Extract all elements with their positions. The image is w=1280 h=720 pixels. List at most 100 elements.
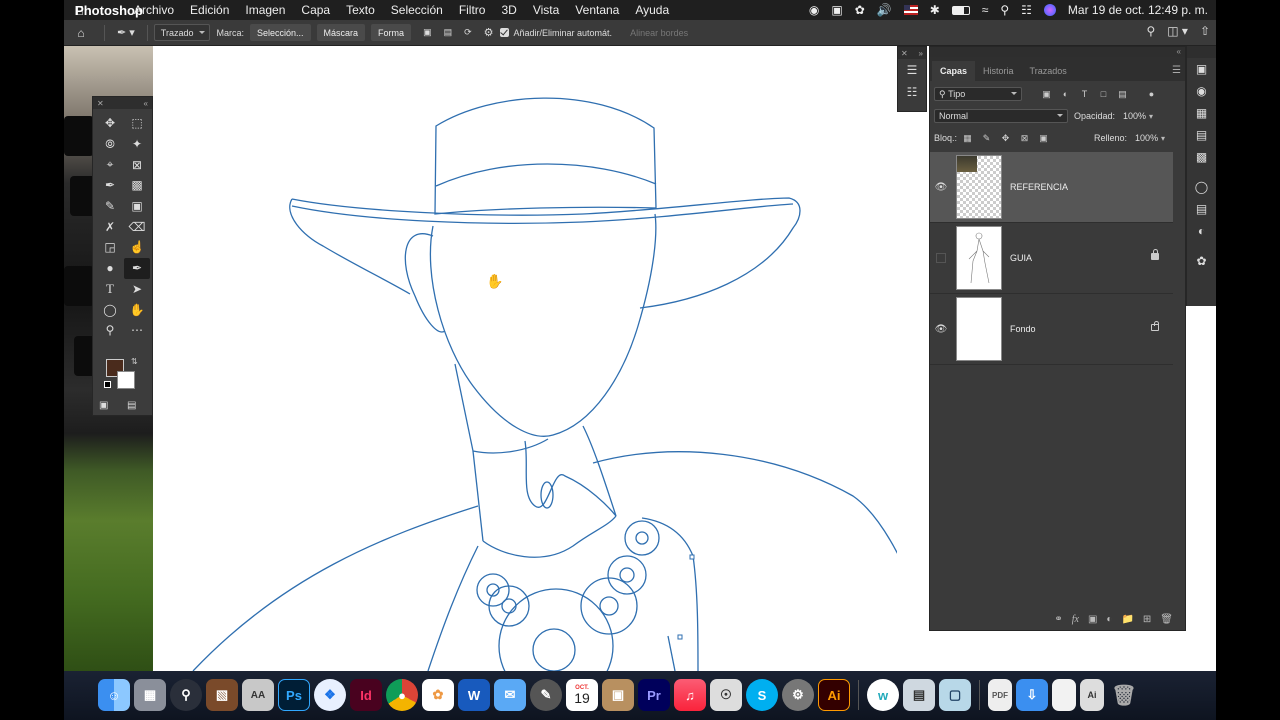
wunderbucket-icon[interactable]: w: [867, 679, 899, 711]
lasso-tool-icon[interactable]: ⦾: [97, 134, 123, 155]
menu-archivo[interactable]: Archivo: [126, 3, 182, 17]
chrome-icon[interactable]: ●: [386, 679, 418, 711]
tab-historia[interactable]: Historia: [975, 61, 1022, 81]
new-layer-icon[interactable]: ⊞: [1143, 614, 1151, 625]
illustrator-icon[interactable]: Ai: [818, 679, 850, 711]
photoshop-icon[interactable]: Ps: [278, 679, 310, 711]
preview-icon[interactable]: ▤: [903, 679, 935, 711]
learn-icon[interactable]: ◯: [1187, 176, 1216, 198]
premiere-icon[interactable]: Pr: [638, 679, 670, 711]
search-icon[interactable]: ⚲: [1000, 3, 1009, 17]
archive-utility-icon[interactable]: ▧: [206, 679, 238, 711]
trash-icon[interactable]: 🗑: [1160, 614, 1173, 625]
opacity-field[interactable]: 100%: [1119, 109, 1149, 123]
dodge-tool-icon[interactable]: ●: [97, 258, 123, 279]
brush-settings-icon[interactable]: ☰: [898, 59, 926, 81]
tab-capas[interactable]: Capas: [932, 61, 976, 81]
launchpad-icon[interactable]: ▦: [134, 679, 166, 711]
menu-ventana[interactable]: Ventana: [567, 3, 627, 17]
menu-3d[interactable]: 3D: [493, 3, 524, 17]
pen-tool-icon[interactable]: ✒: [124, 257, 150, 279]
stamp-tool-icon[interactable]: ▣: [124, 196, 150, 217]
lock-all-icon[interactable]: ▣: [1037, 132, 1050, 144]
menu-capa[interactable]: Capa: [293, 3, 338, 17]
layer-referencia[interactable]: 👁 REFERENCIA: [930, 152, 1173, 223]
menu-imagen[interactable]: Imagen: [237, 3, 293, 17]
fx-icon[interactable]: fx: [1072, 614, 1079, 625]
control-center-icon[interactable]: ☷: [1021, 3, 1032, 17]
libraries-icon[interactable]: ▣: [1187, 58, 1216, 80]
path-alignment-icon[interactable]: ▤: [438, 24, 459, 42]
more-tools-icon[interactable]: ⋯: [124, 320, 150, 341]
adjustment-sliders-icon[interactable]: ☷: [898, 81, 926, 103]
panel-menu-icon[interactable]: ☰: [1172, 65, 1181, 76]
history-brush-tool-icon[interactable]: ✗: [97, 216, 123, 237]
type-filter-icon[interactable]: T: [1078, 88, 1091, 100]
smudge-tool-icon[interactable]: ☝: [124, 237, 150, 258]
pixel-filter-icon[interactable]: ▣: [1040, 88, 1053, 100]
extension-icon[interactable]: ✿: [855, 3, 865, 17]
close-icon[interactable]: ✕: [97, 99, 104, 108]
flag-icon[interactable]: [903, 5, 918, 15]
font-book-icon[interactable]: AA: [242, 679, 274, 711]
pen-tool-preset[interactable]: ✒ ▾: [111, 24, 141, 42]
tool-mode-select[interactable]: Trazado: [153, 24, 211, 41]
bluetooth-icon[interactable]: ✱: [930, 3, 940, 17]
visibility-toggle[interactable]: [930, 253, 952, 263]
menu-ayuda[interactable]: Ayuda: [627, 3, 677, 17]
battery-icon[interactable]: [951, 5, 970, 15]
patterns-icon[interactable]: ▩: [1187, 146, 1216, 168]
script-editor-icon[interactable]: ✎: [530, 679, 562, 711]
zoom-tool-icon[interactable]: ⚲: [97, 320, 123, 341]
visibility-eye-icon[interactable]: 👁: [930, 182, 952, 193]
pdf-document-icon[interactable]: PDF: [988, 679, 1012, 711]
menu-vista[interactable]: Vista: [525, 3, 567, 17]
tools-panel-header[interactable]: ✕ «: [93, 97, 152, 109]
shape-button[interactable]: Forma: [371, 24, 412, 41]
paint-bucket-tool-icon[interactable]: ◲: [97, 237, 123, 258]
menu-edicion[interactable]: Edición: [182, 3, 237, 17]
chevron-down-icon[interactable]: ▾: [1161, 134, 1165, 143]
lock-artboard-icon[interactable]: ⊠: [1018, 132, 1031, 144]
record-icon[interactable]: ◉: [809, 3, 819, 17]
folder-icon[interactable]: ▢: [939, 679, 971, 711]
eraser-tool-icon[interactable]: ⌫: [124, 216, 150, 237]
document-preview-icon[interactable]: Ai: [1080, 679, 1104, 711]
marquee-tool-icon[interactable]: ⬚: [124, 113, 150, 134]
swatches-icon[interactable]: ▦: [1187, 102, 1216, 124]
workspace-icon[interactable]: ◫ ▾: [1167, 24, 1188, 38]
screen-mode-icon[interactable]: ▤: [127, 400, 136, 411]
path-operations-icon[interactable]: ▣: [417, 24, 438, 42]
music-icon[interactable]: ♫: [674, 679, 706, 711]
calendar-icon[interactable]: OCT. 19: [566, 679, 598, 711]
fill-field[interactable]: 100%: [1131, 131, 1161, 145]
wifi-icon[interactable]: ≈: [982, 3, 989, 17]
selection-button[interactable]: Selección...: [250, 24, 311, 41]
menubar-clock[interactable]: Mar 19 de oct. 12:49 p. m.: [1068, 3, 1208, 17]
close-icon[interactable]: ✕: [901, 49, 908, 58]
indesign-icon[interactable]: Id: [350, 679, 382, 711]
healing-brush-tool-icon[interactable]: ▩: [124, 175, 150, 196]
ellipse-tool-icon[interactable]: ◯: [97, 299, 123, 320]
word-icon[interactable]: W: [458, 679, 490, 711]
generic-app-icon[interactable]: ▣: [602, 679, 634, 711]
layer-fondo[interactable]: 👁 Fondo: [930, 294, 1173, 365]
collapse-icon[interactable]: «: [144, 99, 148, 108]
auto-add-delete-checkbox[interactable]: [499, 28, 509, 37]
filter-toggle-icon[interactable]: ●: [1145, 88, 1158, 100]
lock-transparent-icon[interactable]: ▦: [961, 132, 974, 144]
default-colors-icon[interactable]: [104, 381, 111, 388]
trash-icon[interactable]: 🗑: [1108, 679, 1140, 711]
mail-icon[interactable]: ✉: [494, 679, 526, 711]
link-layers-icon[interactable]: ⚭: [1054, 614, 1062, 625]
properties-icon[interactable]: ▤: [1187, 198, 1216, 220]
hand-tool-icon[interactable]: ✋: [124, 299, 150, 320]
gear-icon[interactable]: ⚙: [478, 24, 500, 42]
color-icon[interactable]: ◉: [1187, 80, 1216, 102]
search-icon[interactable]: ⚲: [1146, 24, 1155, 38]
finder-icon[interactable]: ☺: [98, 679, 130, 711]
path-drawing[interactable]: ✋: [153, 46, 944, 704]
add-mask-icon[interactable]: ▣: [1088, 614, 1097, 625]
type-tool-icon[interactable]: T: [97, 279, 123, 300]
filter-kind-select[interactable]: ⚲ Tipo: [934, 87, 1022, 101]
